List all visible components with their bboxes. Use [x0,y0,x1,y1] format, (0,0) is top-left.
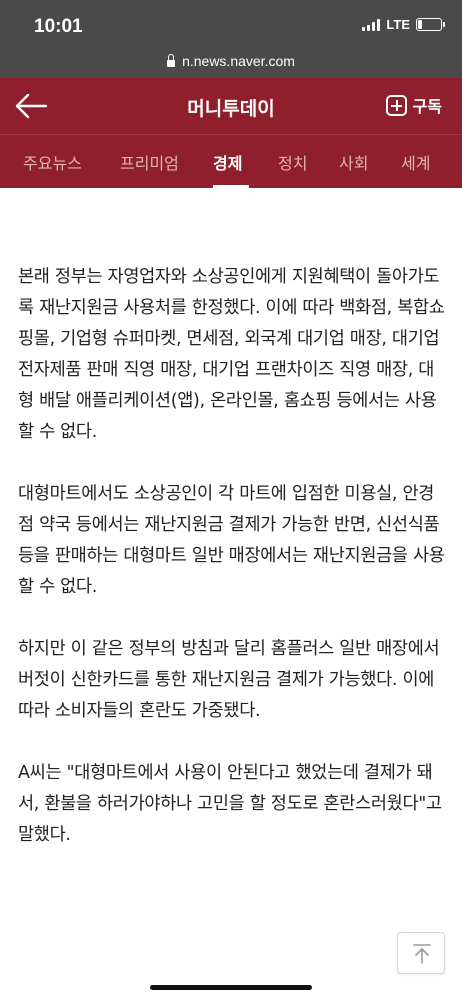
active-tab-indicator [213,185,249,188]
category-tabs: 주요뉴스 프리미엄 경제 정치 사회 세계 [0,134,462,188]
tab-premium[interactable]: 프리미엄 [120,150,179,174]
status-bar: 10:01 LTE [0,0,462,44]
back-arrow-icon [15,93,48,119]
back-button[interactable] [14,92,48,120]
plus-icon [385,94,407,116]
status-time: 10:01 [34,16,83,37]
app-header: 머니투데이 구독 [0,78,462,134]
article-body: 본래 정부는 자영업자와 소상공인에게 지원혜택이 돌아가도록 재난지원금 사용… [18,262,446,882]
article-paragraph: 대형마트에서도 소상공인이 각 마트에 입점한 미용실, 안경점 약국 등에서는… [18,484,445,597]
network-type: LTE [386,17,410,32]
status-indicators: LTE [362,17,445,32]
url-text: n.news.naver.com [182,53,295,69]
address-bar[interactable]: n.news.naver.com [0,44,462,78]
article-paragraph: A씨는 "대형마트에서 사용이 안된다고 했었는데 결제가 돼서, 환불을 하러… [18,763,442,845]
article-paragraph: 본래 정부는 자영업자와 소상공인에게 지원혜택이 돌아가도록 재난지원금 사용… [18,267,445,442]
tab-world[interactable]: 세계 [401,150,430,174]
scroll-to-top-button[interactable] [397,932,445,974]
tab-economy[interactable]: 경제 [213,150,242,174]
arrow-up-icon [413,944,431,964]
lock-icon [167,53,176,67]
signal-icon [362,18,381,31]
article-paragraph: 하지만 이 같은 정부의 방침과 달리 홈플러스 일반 매장에서 버젓이 신한카… [18,639,440,721]
home-indicator [150,985,312,990]
tab-main-news[interactable]: 주요뉴스 [23,150,82,174]
battery-icon [416,18,445,31]
tab-society[interactable]: 사회 [339,150,368,174]
subscribe-button[interactable]: 구독 [385,93,442,117]
tab-politics[interactable]: 정치 [278,150,307,174]
subscribe-label: 구독 [412,97,442,116]
